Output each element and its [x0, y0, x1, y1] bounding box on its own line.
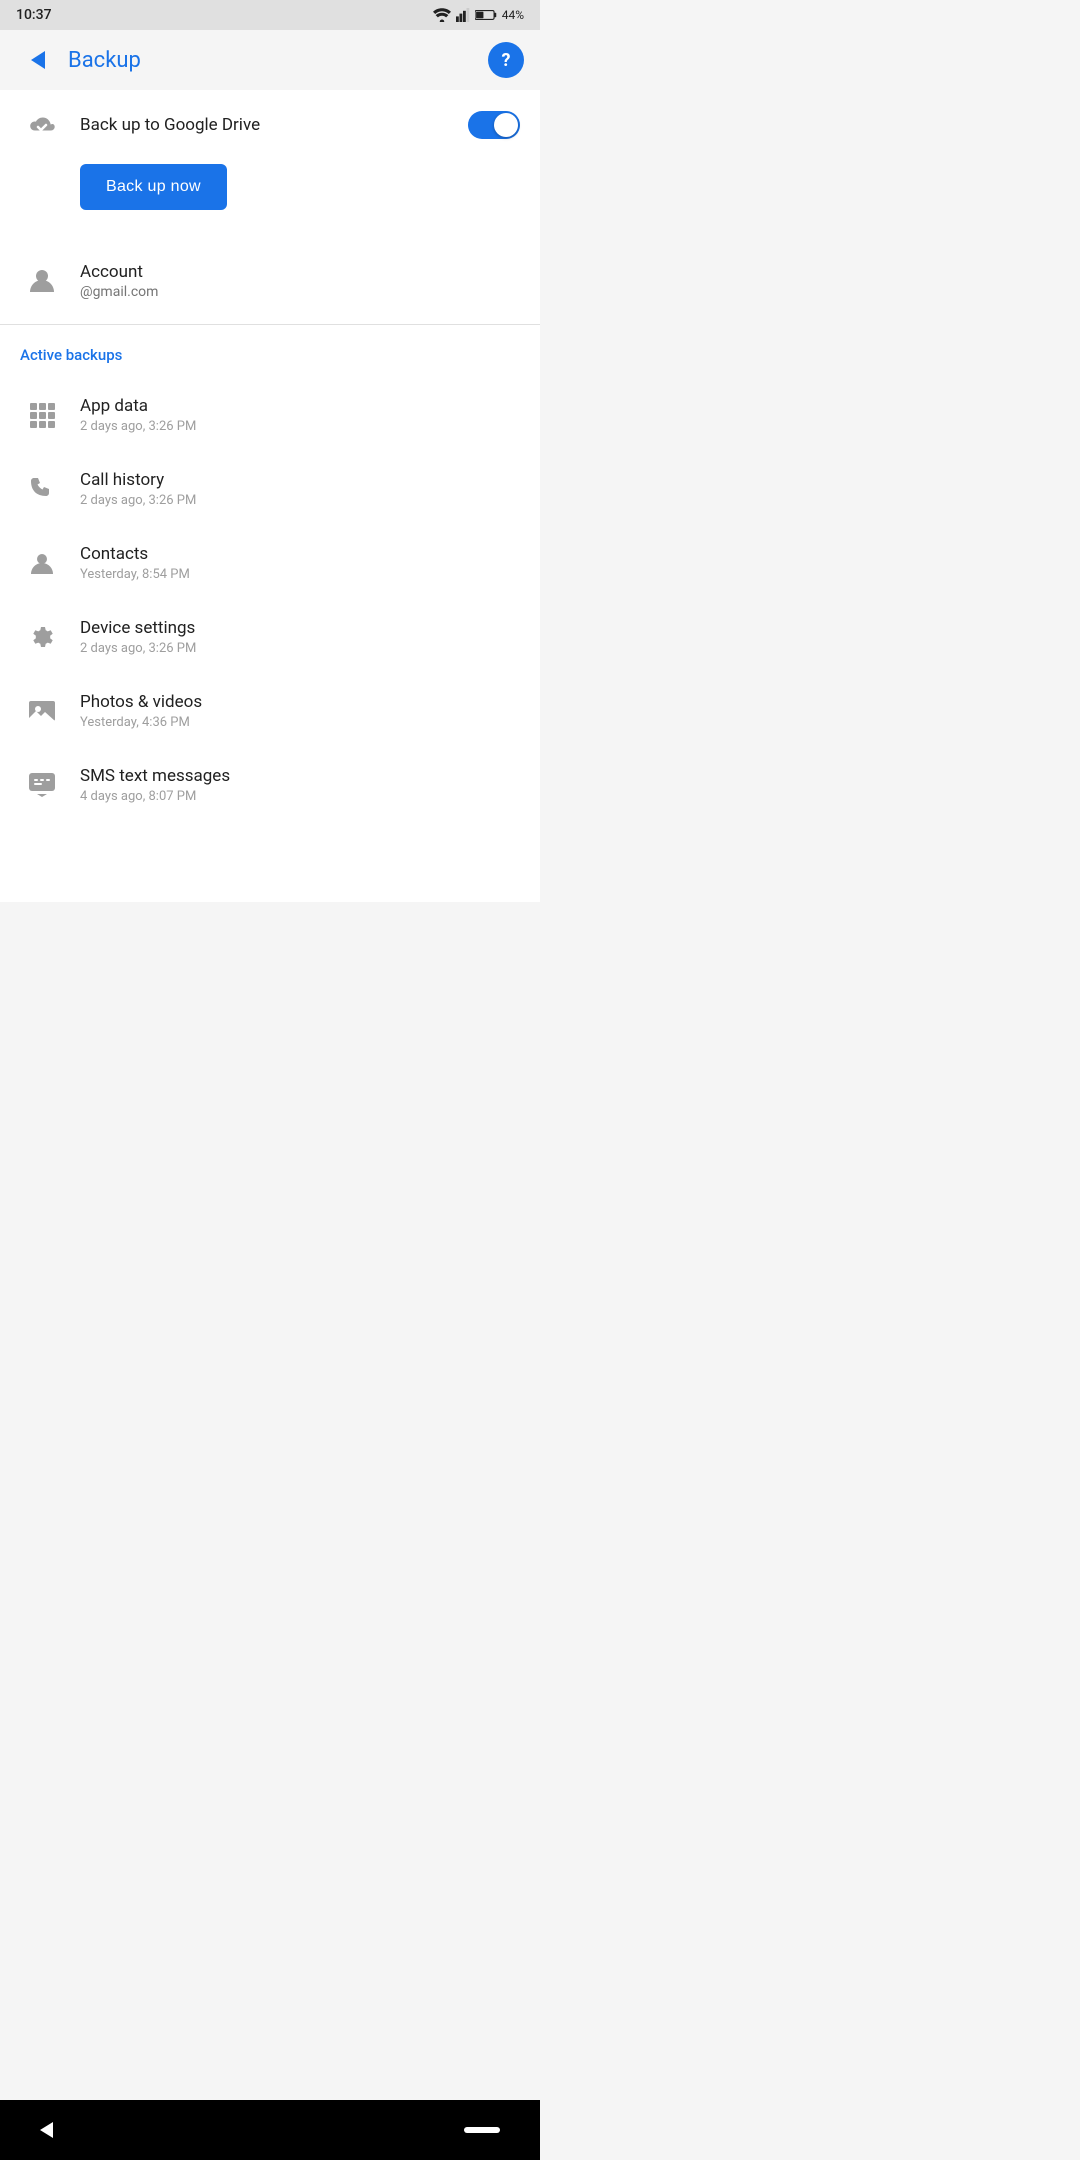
bottom-spacer [0, 822, 540, 902]
phone-icon [20, 476, 64, 502]
page-title: Backup [68, 48, 488, 73]
signal-icon [456, 8, 470, 22]
sms-text: SMS text messages 4 days ago, 8:07 PM [80, 766, 520, 804]
active-backups-header: Active backups [0, 325, 540, 378]
help-button[interactable]: ? [488, 42, 524, 78]
backup-drive-toggle[interactable] [468, 111, 520, 139]
backup-item-sms[interactable]: SMS text messages 4 days ago, 8:07 PM [0, 748, 540, 822]
account-text: Account @gmail.com [80, 262, 520, 300]
photos-text: Photos & videos Yesterday, 4:36 PM [80, 692, 520, 730]
battery-percent: 44% [502, 8, 524, 22]
backup-item-call-history[interactable]: Call history 2 days ago, 3:26 PM [0, 452, 540, 526]
backup-now-button[interactable]: Back up now [80, 164, 227, 210]
app-data-text: App data 2 days ago, 3:26 PM [80, 396, 520, 434]
cloud-icon [20, 114, 64, 140]
call-history-text: Call history 2 days ago, 3:26 PM [80, 470, 520, 508]
backup-item-contacts[interactable]: Contacts Yesterday, 8:54 PM [0, 526, 540, 600]
backup-now-row: Back up now [0, 160, 540, 238]
toggle-knob [494, 113, 518, 137]
backup-item-app-data[interactable]: App data 2 days ago, 3:26 PM [0, 378, 540, 452]
backup-drive-row: Back up to Google Drive [0, 90, 540, 160]
status-icons: 44% [433, 8, 524, 22]
contacts-icon [20, 550, 64, 576]
bottom-nav [0, 2100, 540, 2160]
wifi-icon [433, 8, 451, 22]
sms-icon [20, 772, 64, 798]
status-bar: 10:37 44% [0, 0, 540, 30]
backup-drive-label: Back up to Google Drive [80, 115, 468, 135]
backup-drive-toggle-container [468, 111, 520, 139]
active-backups-title: Active backups [20, 346, 122, 364]
settings-icon [20, 624, 64, 650]
account-icon [20, 266, 64, 294]
battery-icon [475, 8, 497, 22]
status-time: 10:37 [16, 7, 52, 23]
account-row[interactable]: Account @gmail.com [0, 238, 540, 324]
content-area: Back up to Google Drive Back up now Acco… [0, 90, 540, 902]
photos-icon [20, 698, 64, 724]
help-icon: ? [502, 50, 511, 71]
device-settings-text: Device settings 2 days ago, 3:26 PM [80, 618, 520, 656]
back-arrow-icon [31, 51, 45, 69]
backup-item-device-settings[interactable]: Device settings 2 days ago, 3:26 PM [0, 600, 540, 674]
contacts-text: Contacts Yesterday, 8:54 PM [80, 544, 520, 582]
backup-item-photos[interactable]: Photos & videos Yesterday, 4:36 PM [0, 674, 540, 748]
nav-back-button[interactable] [40, 2122, 53, 2138]
nav-home-button[interactable] [464, 2127, 500, 2133]
back-button[interactable] [16, 38, 60, 82]
top-app-bar: Backup ? [0, 30, 540, 90]
grid-icon [20, 401, 64, 429]
